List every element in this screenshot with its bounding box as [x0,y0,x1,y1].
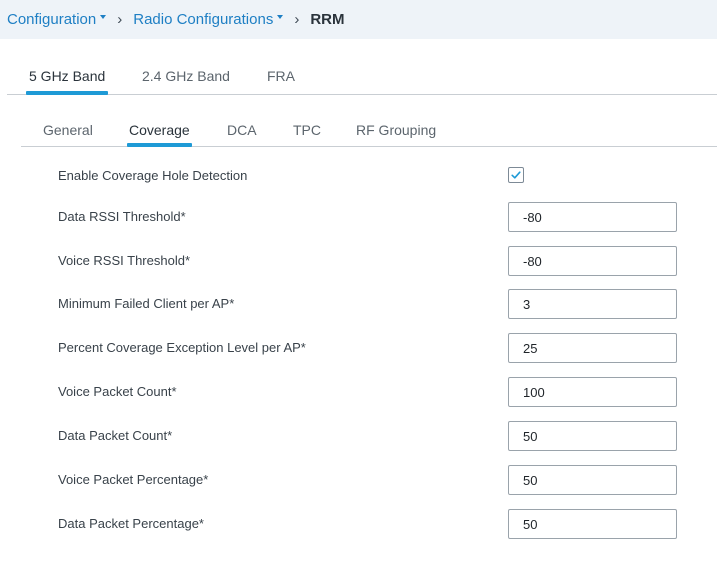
data-rssi-threshold-input[interactable] [508,202,677,232]
band-tabs: 5 GHz Band 2.4 GHz Band FRA [7,58,717,95]
tab-2-4ghz-band[interactable]: 2.4 GHz Band [142,68,230,94]
breadcrumb-configuration-link[interactable]: Configuration [7,11,107,28]
voice-rssi-threshold-label: Voice RSSI Threshold* [58,253,190,268]
breadcrumb-configuration-label: Configuration [7,11,97,28]
caret-down-icon[interactable] [277,15,284,19]
tab-rf-grouping[interactable]: RF Grouping [356,122,436,146]
voice-packet-percentage-input[interactable] [508,465,677,495]
caret-down-icon[interactable] [100,15,107,19]
coverage-hole-detection-label: Enable Coverage Hole Detection [58,168,248,183]
sub-tabs: General Coverage DCA TPC RF Grouping [21,112,717,147]
voice-packet-count-input[interactable] [508,377,677,407]
voice-rssi-threshold-row: Voice RSSI Threshold* [0,246,717,276]
tab-general[interactable]: General [43,122,93,146]
data-packet-percentage-input[interactable] [508,509,677,539]
breadcrumb-current: RRM [310,11,345,28]
breadcrumb-radio-configurations-link[interactable]: Radio Configurations [133,11,284,28]
percent-coverage-exception-row: Percent Coverage Exception Level per AP* [0,333,717,363]
chevron-right-icon: › [294,11,300,28]
voice-packet-percentage-label: Voice Packet Percentage* [58,472,209,487]
breadcrumb-radio-configurations-label: Radio Configurations [133,11,274,28]
tab-fra[interactable]: FRA [267,68,295,94]
tab-coverage[interactable]: Coverage [127,122,192,147]
data-packet-percentage-row: Data Packet Percentage* [0,509,717,539]
tab-dca[interactable]: DCA [227,122,257,146]
voice-packet-count-label: Voice Packet Count* [58,384,177,399]
checkmark-icon [511,171,521,179]
voice-packet-percentage-row: Voice Packet Percentage* [0,465,717,495]
percent-coverage-exception-label: Percent Coverage Exception Level per AP* [58,340,306,355]
tab-5ghz-band[interactable]: 5 GHz Band [25,68,109,95]
coverage-hole-detection-row: Enable Coverage Hole Detection [0,161,717,191]
voice-packet-count-row: Voice Packet Count* [0,377,717,407]
data-packet-count-input[interactable] [508,421,677,451]
data-packet-count-label: Data Packet Count* [58,428,173,443]
chevron-right-icon: › [117,11,123,28]
minimum-failed-client-row: Minimum Failed Client per AP* [0,289,717,319]
data-packet-percentage-label: Data Packet Percentage* [58,516,204,531]
breadcrumb: Configuration › Radio Configurations › R… [0,0,717,39]
minimum-failed-client-label: Minimum Failed Client per AP* [58,296,235,311]
voice-rssi-threshold-input[interactable] [508,246,677,276]
percent-coverage-exception-input[interactable] [508,333,677,363]
tab-tpc[interactable]: TPC [293,122,321,146]
data-rssi-threshold-row: Data RSSI Threshold* [0,202,717,232]
data-packet-count-row: Data Packet Count* [0,421,717,451]
data-rssi-threshold-label: Data RSSI Threshold* [58,209,186,224]
coverage-hole-detection-checkbox[interactable] [508,167,524,183]
minimum-failed-client-input[interactable] [508,289,677,319]
